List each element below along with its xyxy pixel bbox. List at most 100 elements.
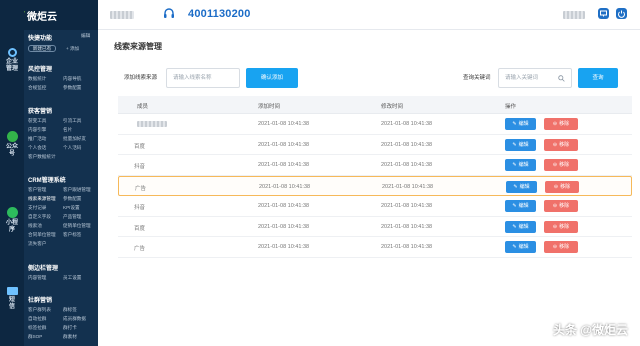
rail-item-miniprogram[interactable]: 小程 序 xyxy=(0,207,24,234)
sidebar-item[interactable]: 客户数据统计 xyxy=(28,154,56,160)
sidebar-item[interactable]: 参数配置 xyxy=(63,196,81,202)
quick-edit-link[interactable]: 编辑 xyxy=(81,33,90,39)
sidebar-item[interactable]: 数据统计 xyxy=(28,76,46,82)
search-keyword-label: 查询关键词 xyxy=(463,75,491,81)
sidebar-item[interactable]: 推广活动 xyxy=(28,136,46,142)
column-member: 成员 xyxy=(137,104,149,110)
remove-icon: ⊖ xyxy=(552,203,558,209)
sidebar-item[interactable]: 个人活码 xyxy=(63,145,81,151)
edit-button[interactable]: ✎ 编辑 xyxy=(505,118,536,130)
section-sidebar-mgmt-title: 侧边栏管理 xyxy=(28,266,59,272)
remove-icon: ⊖ xyxy=(552,141,558,148)
page-title: 线索来源管理 xyxy=(114,42,162,51)
edit-button[interactable]: ✎ 编辑 xyxy=(505,220,536,233)
sidebar-item[interactable]: 合同单位管理 xyxy=(28,232,56,238)
edit-label: 编辑 xyxy=(518,141,529,148)
sidebar-item-active[interactable]: 线索来源管理 xyxy=(28,196,56,202)
edit-icon: ✎ xyxy=(512,244,517,250)
rail-item-sms[interactable]: 短 信 xyxy=(0,287,24,311)
remove-button[interactable]: ⊖ 移除 xyxy=(544,220,578,233)
sidebar-item[interactable]: 个人会话 xyxy=(28,145,46,151)
remove-button[interactable]: ⊖ 移除 xyxy=(544,159,578,171)
sidebar-item[interactable]: 客户跟进管理 xyxy=(63,187,91,193)
confirm-add-button[interactable]: 确认添加 xyxy=(246,68,298,88)
table-row: 抖音 2021-01-08 10:41:38 2021-01-08 10:41:38… xyxy=(118,155,632,176)
edit-button[interactable]: ✎ 编辑 xyxy=(506,180,537,193)
edit-label: 编辑 xyxy=(518,203,529,209)
sidebar-item[interactable]: KPI设置 xyxy=(63,205,80,211)
sidebar-item[interactable]: 产品管理 xyxy=(63,214,81,220)
sidebar-item[interactable]: 内容管理 xyxy=(28,275,46,281)
table-body: 2021-01-08 10:41:38 2021-01-08 10:41:38 ✎ 编… xyxy=(118,114,632,258)
added-time-cell: 2021-01-08 10:41:38 xyxy=(258,244,310,250)
logo: 微炬云 xyxy=(24,0,98,30)
sidebar-item[interactable]: 流失客户 xyxy=(28,241,46,247)
rail-item-official-account[interactable]: 公众 号 xyxy=(0,131,24,158)
remove-label: 移除 xyxy=(559,121,570,127)
search-button[interactable]: 查询 xyxy=(578,68,618,88)
edit-button[interactable]: ✎ 编辑 xyxy=(505,138,536,151)
sidebar-item[interactable]: 引流工具 xyxy=(63,118,81,124)
sidebar-item[interactable]: 线索池 xyxy=(28,223,42,229)
remove-label: 移除 xyxy=(559,244,570,250)
remove-button[interactable]: ⊖ 移除 xyxy=(544,200,578,212)
edit-label: 编辑 xyxy=(519,183,530,190)
sidebar-item[interactable]: 裂变工具 xyxy=(28,118,46,124)
sidebar-item[interactable]: 群素材 xyxy=(63,334,77,340)
sidebar-item[interactable]: 名片 xyxy=(63,127,72,133)
sidebar-item[interactable]: 参数配置 xyxy=(63,85,81,91)
modified-time-cell: 2021-01-08 10:41:38 xyxy=(382,183,434,190)
rail-label: 小程 序 xyxy=(5,220,18,233)
sidebar-item[interactable]: 客户群列表 xyxy=(28,307,51,313)
edit-label: 编辑 xyxy=(518,121,529,127)
mail-icon xyxy=(6,287,18,295)
remove-button[interactable]: ⊖ 移除 xyxy=(544,241,578,253)
edit-icon: ✎ xyxy=(512,141,517,148)
monitor-button[interactable] xyxy=(598,8,609,19)
power-button[interactable] xyxy=(616,8,627,19)
quick-functions-title: 快捷功能 xyxy=(28,36,53,42)
top-header: 4001130200 xyxy=(98,0,640,30)
remove-button[interactable]: ⊖ 移除 xyxy=(544,118,578,130)
sidebar-item[interactable]: 促销单位管理 xyxy=(63,223,91,229)
search-input[interactable]: 请输入关键词 xyxy=(498,68,572,88)
added-time-cell: 2021-01-08 10:41:38 xyxy=(258,203,310,209)
quick-new-button[interactable]: 新建已有 xyxy=(28,45,56,52)
sidebar-item[interactable]: 群SOP xyxy=(28,334,42,340)
sidebar-item[interactable]: 成员群数据 xyxy=(63,316,86,322)
remove-button[interactable]: ⊖ 移除 xyxy=(545,180,579,193)
sidebar-item[interactable]: 合规监控 xyxy=(28,85,46,91)
sidebar: 微炬云 快捷功能 编辑 新建已有 + 添加 风控管理 数据统计 内容导航 合规监… xyxy=(24,0,98,346)
sidebar-item[interactable]: 自动拉群 xyxy=(28,316,46,322)
table-row: 百度 2021-01-08 10:41:38 2021-01-08 10:41:38… xyxy=(118,135,632,155)
member-cell: 广告 xyxy=(134,246,146,252)
sidebar-item[interactable]: 内容导航 xyxy=(63,76,81,82)
sidebar-item[interactable]: 标签拉群 xyxy=(28,325,46,331)
quick-add-button[interactable]: + 添加 xyxy=(66,46,79,52)
sidebar-item[interactable]: 批量加好友 xyxy=(63,136,86,142)
sidebar-item[interactable]: 自定义字段 xyxy=(28,214,51,220)
modified-time-cell: 2021-01-08 10:41:38 xyxy=(381,121,433,127)
edit-button[interactable]: ✎ 编辑 xyxy=(505,200,536,212)
sidebar-item[interactable]: 群标签 xyxy=(63,307,77,313)
edit-button[interactable]: ✎ 编辑 xyxy=(505,241,536,253)
edit-icon: ✎ xyxy=(513,183,518,190)
remove-label: 移除 xyxy=(559,162,570,168)
left-rail: 企业 管理 公众 号 小程 序 短 信 xyxy=(0,0,24,346)
edit-label: 编辑 xyxy=(518,223,529,230)
edit-button[interactable]: ✎ 编辑 xyxy=(505,159,536,171)
sidebar-item[interactable]: 内容引擎 xyxy=(28,127,46,133)
section-community-title: 社群营销 xyxy=(28,298,53,304)
member-cell: 广告 xyxy=(135,185,147,192)
sidebar-item[interactable]: 客户管理 xyxy=(28,187,46,193)
remove-label: 移除 xyxy=(559,203,570,209)
sidebar-item[interactable]: 支付记录 xyxy=(28,205,46,211)
sidebar-item[interactable]: 客户标签 xyxy=(63,232,81,238)
sidebar-item[interactable]: 群打卡 xyxy=(63,325,77,331)
rail-item-enterprise[interactable]: 企业 管理 xyxy=(0,48,24,73)
remove-button[interactable]: ⊖ 移除 xyxy=(544,138,578,151)
added-time-cell: 2021-01-08 10:41:38 xyxy=(258,121,310,127)
table-row: 百度 2021-01-08 10:41:38 2021-01-08 10:41:38… xyxy=(118,217,632,237)
source-name-input[interactable]: 请输入线索名称 xyxy=(166,68,240,88)
sidebar-item[interactable]: 员工设置 xyxy=(63,275,81,281)
